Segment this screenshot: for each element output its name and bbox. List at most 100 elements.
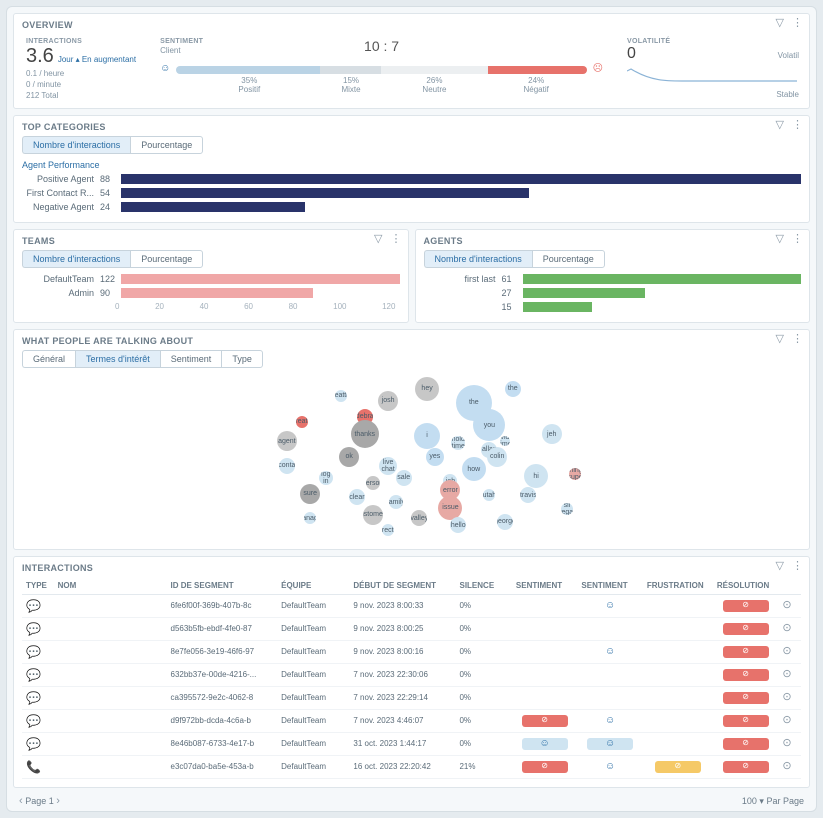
row-action-icon[interactable]: ⊙ <box>782 714 791 726</box>
tab-type[interactable]: Type <box>221 350 263 368</box>
filter-icon[interactable]: ▽ <box>776 120 784 131</box>
table-row[interactable]: 📞e3c07da0-ba5e-453a-bDefaultTeam16 oct. … <box>22 755 801 778</box>
bubble[interactable]: hi <box>524 464 548 488</box>
next-page-icon[interactable]: › <box>56 795 60 807</box>
topcat-group[interactable]: Agent Performance <box>22 160 801 170</box>
bubble[interactable]: manager <box>304 512 316 524</box>
more-icon[interactable]: ⋮ <box>391 234 402 245</box>
bubble[interactable]: the <box>505 381 521 397</box>
bubble[interactable]: clear <box>349 489 365 505</box>
bubble[interactable]: thanks <box>351 420 379 448</box>
more-icon[interactable]: ⋮ <box>792 234 803 245</box>
filter-icon[interactable]: ▽ <box>374 234 382 245</box>
col-header[interactable]: DÉBUT DE SEGMENT <box>349 577 455 595</box>
prev-page-icon[interactable]: ‹ <box>19 795 23 807</box>
bubble[interactable]: issue <box>438 496 462 520</box>
bubble[interactable]: ustomer <box>363 505 383 525</box>
bubble[interactable]: colin <box>487 447 507 467</box>
bar-row[interactable]: first last61 <box>424 274 802 284</box>
bar-label: DefaultTeam <box>22 274 94 284</box>
bubble[interactable]: i <box>414 423 440 449</box>
bar-row[interactable]: Positive Agent88 <box>22 174 801 184</box>
bubble[interactable]: josh <box>378 391 398 411</box>
col-header[interactable]: TYPE <box>22 577 54 595</box>
col-header[interactable] <box>778 577 801 595</box>
tab-general[interactable]: Général <box>22 350 75 368</box>
col-header[interactable]: RÉSOLUTION <box>713 577 778 595</box>
tab-percentage[interactable]: Pourcentage <box>130 250 203 268</box>
tab-sentiment[interactable]: Sentiment <box>160 350 222 368</box>
row-action-icon[interactable]: ⊙ <box>782 599 791 611</box>
col-header[interactable]: ÉQUIPE <box>277 577 349 595</box>
row-action-icon[interactable]: ⊙ <box>782 645 791 657</box>
bar-row[interactable]: DefaultTeam122 <box>22 274 400 284</box>
bubble[interactable]: hey <box>415 377 439 401</box>
table-row[interactable]: 💬6fe6f00f-369b-407b-8cDefaultTeam9 nov. … <box>22 594 801 617</box>
bubble[interactable]: ok <box>339 447 359 467</box>
table-row[interactable]: 💬8e7fe056-3e19-46f6-97DefaultTeam9 nov. … <box>22 640 801 663</box>
more-icon[interactable]: ⋮ <box>792 120 803 131</box>
bar-row[interactable]: First Contact R...54 <box>22 188 801 198</box>
bubble[interactable]: live chat <box>379 457 397 475</box>
col-header[interactable]: SENTIMENT <box>577 577 642 595</box>
table-row[interactable]: 💬d563b5fb-ebdf-4fe0-87DefaultTeam9 nov. … <box>22 617 801 640</box>
table-row[interactable]: 💬632bb37e-00de-4216-...DefaultTeam7 nov.… <box>22 663 801 686</box>
bubble[interactable]: vid time <box>500 436 510 446</box>
bubble[interactable]: incontact <box>279 458 295 474</box>
bubble[interactable]: hello <box>450 517 466 533</box>
table-row[interactable]: 💬d9f972bb-dcda-4c6a-bDefaultTeam7 nov. 2… <box>22 709 801 732</box>
bubble[interactable]: hold time <box>451 436 465 450</box>
bubble[interactable]: sale <box>396 470 412 486</box>
bubble[interactable]: director <box>382 524 394 536</box>
filter-icon[interactable]: ▽ <box>776 334 784 345</box>
bubble[interactable]: jeh <box>542 424 562 444</box>
bar-row[interactable]: Admin90 <box>22 288 400 298</box>
tab-terms[interactable]: Termes d'intérêt <box>75 350 160 368</box>
col-header[interactable]: FRUSTRATION <box>643 577 713 595</box>
col-header[interactable]: ID DE SEGMENT <box>167 577 278 595</box>
bubble[interactable]: yes <box>426 448 444 466</box>
bubble[interactable]: thing supe <box>569 468 581 480</box>
bar-row[interactable]: Negative Agent24 <box>22 202 801 212</box>
per-page-select[interactable]: 100 ▾ <box>742 796 764 806</box>
row-action-icon[interactable]: ⊙ <box>782 737 791 749</box>
filter-icon[interactable]: ▽ <box>776 18 784 29</box>
row-action-icon[interactable]: ⊙ <box>782 668 791 680</box>
seg-start: 31 oct. 2023 1:44:17 <box>349 732 455 755</box>
tab-percentage[interactable]: Pourcentage <box>532 250 605 268</box>
bubble[interactable]: how <box>462 457 486 481</box>
bubble[interactable]: sir vegas <box>561 503 573 515</box>
bubble[interactable]: utah <box>483 489 495 501</box>
table-row[interactable]: 💬ca395572-9e2c-4062-8DefaultTeam7 nov. 2… <box>22 686 801 709</box>
more-icon[interactable]: ⋮ <box>792 561 803 572</box>
tab-interactions[interactable]: Nombre d'interactions <box>22 250 130 268</box>
col-header[interactable]: SENTIMENT <box>512 577 577 595</box>
tab-interactions[interactable]: Nombre d'interactions <box>424 250 532 268</box>
row-action-icon[interactable]: ⊙ <box>782 622 791 634</box>
tab-percentage[interactable]: Pourcentage <box>130 136 203 154</box>
filter-icon[interactable]: ▽ <box>776 234 784 245</box>
bubble[interactable]: seattle <box>335 390 347 402</box>
bubble[interactable]: travis <box>520 487 536 503</box>
bubble[interactable]: nthreathen <box>296 416 308 428</box>
tab-interactions[interactable]: Nombre d'interactions <box>22 136 130 154</box>
bar-row[interactable]: 27 <box>424 288 802 298</box>
bubble[interactable]: person <box>366 476 380 490</box>
team: DefaultTeam <box>277 640 349 663</box>
bubble[interactable]: agent <box>277 431 297 451</box>
col-header[interactable]: NOM <box>54 577 167 595</box>
bubble[interactable]: sure <box>300 484 320 504</box>
more-icon[interactable]: ⋮ <box>792 334 803 345</box>
more-icon[interactable]: ⋮ <box>792 18 803 29</box>
bar-row[interactable]: 15 <box>424 302 802 312</box>
table-row[interactable]: 💬8e46b087-6733-4e17-bDefaultTeam31 oct. … <box>22 732 801 755</box>
col-header[interactable]: SILENCE <box>455 577 511 595</box>
seg-start: 9 nov. 2023 8:00:33 <box>349 594 455 617</box>
bubble[interactable]: log in <box>319 471 333 485</box>
bubble[interactable]: george <box>497 514 513 530</box>
bubble[interactable]: family <box>389 495 403 509</box>
filter-icon[interactable]: ▽ <box>776 561 784 572</box>
row-action-icon[interactable]: ⊙ <box>782 691 791 703</box>
bubble[interactable]: valley <box>411 510 427 526</box>
row-action-icon[interactable]: ⊙ <box>782 760 791 772</box>
